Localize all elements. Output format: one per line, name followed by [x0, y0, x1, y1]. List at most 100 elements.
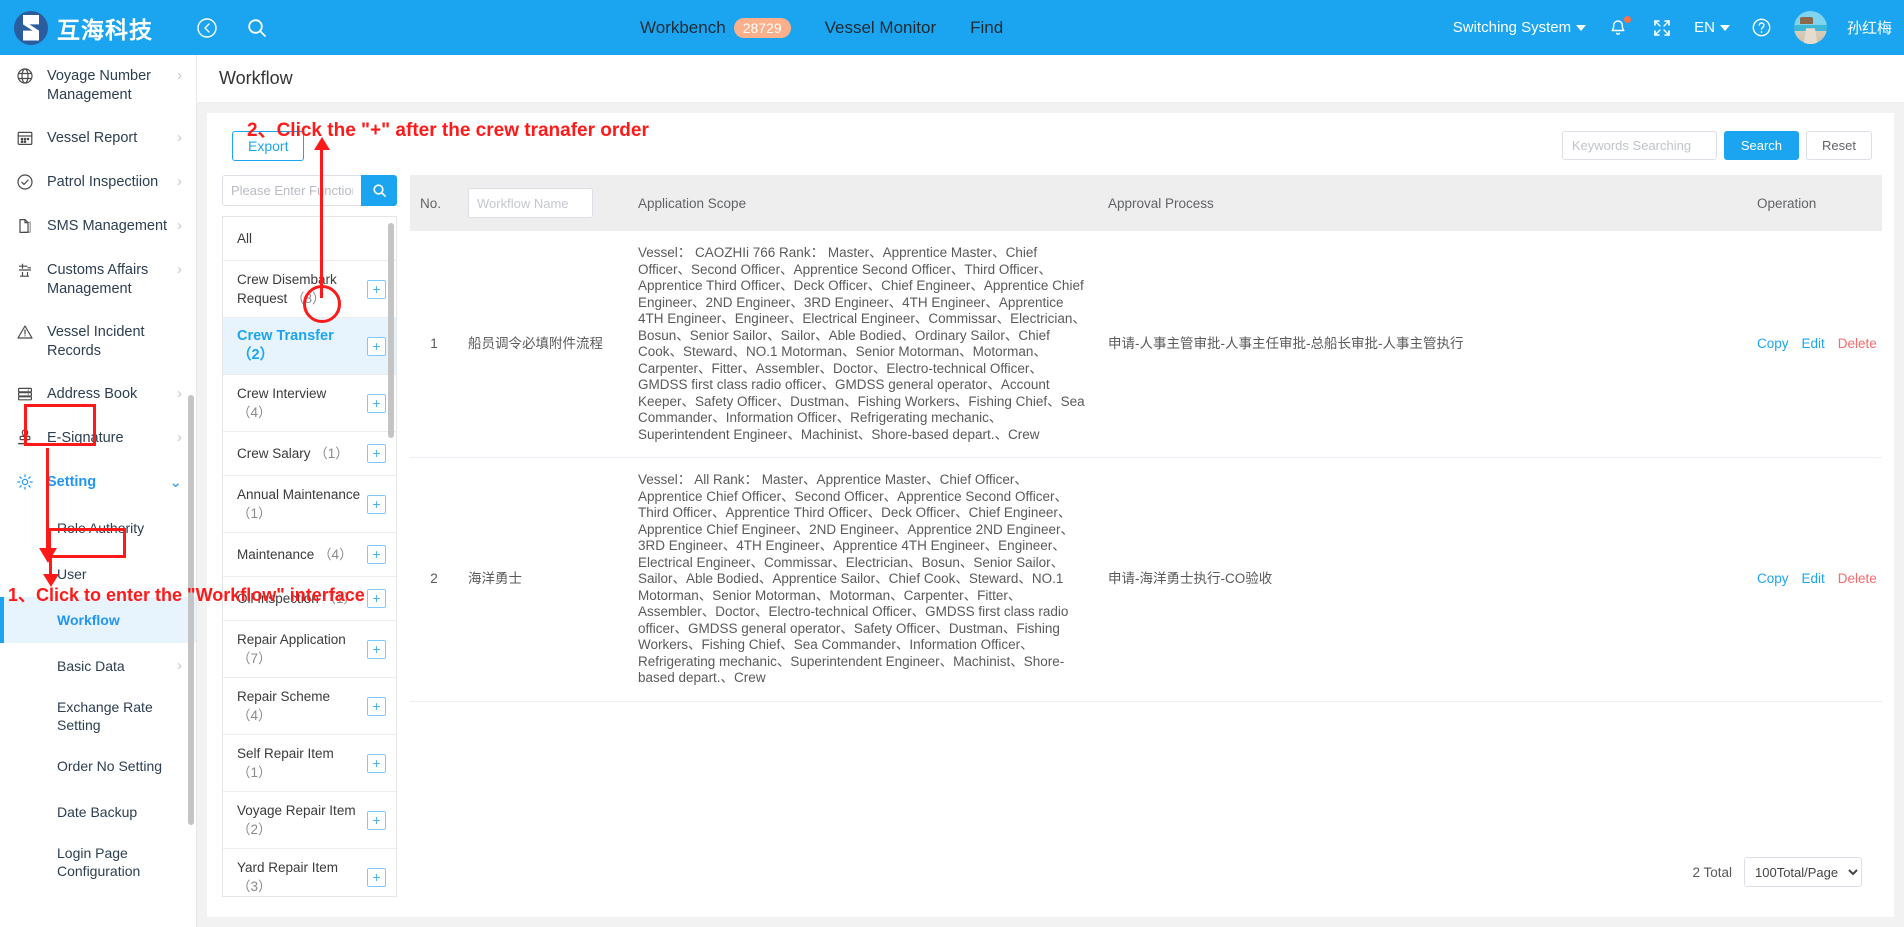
sidebar-label-user: User: [57, 566, 87, 582]
header-right-tools: Switching System EN 孙红梅: [1453, 0, 1892, 55]
function-item-label: Voyage Repair Item （2）: [237, 803, 356, 837]
customs-icon: [15, 260, 35, 280]
copy-link[interactable]: Copy: [1757, 336, 1789, 353]
function-item-crew-interview[interactable]: Crew Interview （4） +: [223, 375, 396, 432]
function-item-maintenance[interactable]: Maintenance （4） +: [223, 533, 396, 577]
function-item-label: Maintenance （4）: [237, 547, 353, 562]
help-icon[interactable]: [1750, 16, 1774, 40]
function-search-button[interactable]: [361, 175, 397, 206]
function-item-yard-repair-item[interactable]: Yard Repair Item （3） +: [223, 849, 396, 896]
chevron-right-icon: ›: [177, 657, 182, 674]
function-item-label: Yard Repair Item （3）: [237, 860, 339, 894]
app-header: 互海科技 Workbench 28729 Vessel Monitor Find: [0, 0, 1904, 55]
add-workflow-plus-icon[interactable]: +: [367, 279, 386, 299]
sidebar-item-patrol-inspection[interactable]: Patrol Inspectiion ›: [0, 161, 196, 205]
function-item-label: Repair Scheme （4）: [237, 689, 331, 723]
cell-workflow-name: 海洋勇士: [458, 457, 628, 702]
sidebar-item-login-page-configuration[interactable]: Login Page Configuration: [0, 835, 196, 889]
user-name[interactable]: 孙红梅: [1847, 17, 1892, 38]
add-workflow-plus-icon[interactable]: +: [367, 393, 386, 413]
function-item-label: All: [237, 231, 253, 246]
sidebar-item-exchange-rate-setting[interactable]: Exchange Rate Setting: [0, 689, 196, 743]
language-dropdown[interactable]: EN: [1694, 19, 1730, 36]
add-workflow-plus-icon[interactable]: +: [367, 494, 386, 514]
function-item-count: （4）: [237, 405, 272, 420]
workflow-name-filter-input[interactable]: [468, 188, 593, 218]
function-search-input[interactable]: [222, 175, 361, 206]
sidebar-item-order-no-setting[interactable]: Order No Setting: [0, 743, 196, 789]
notification-bell-icon[interactable]: [1606, 15, 1632, 40]
company-logo-icon: [14, 10, 48, 45]
function-item-count: （3）: [237, 879, 272, 894]
add-workflow-plus-icon[interactable]: +: [367, 696, 386, 716]
add-workflow-plus-icon[interactable]: +: [367, 753, 386, 773]
reset-button[interactable]: Reset: [1806, 131, 1872, 160]
function-item-oil-inspection[interactable]: Oil Inspection （1） +: [223, 577, 396, 621]
nav-find[interactable]: Find: [970, 18, 1003, 38]
delete-link[interactable]: Delete: [1838, 571, 1877, 588]
page-size-select[interactable]: 100Total/Page: [1744, 857, 1862, 887]
table-row[interactable]: 2 海洋勇士 Vessel： All Rank： Master、Apprenti…: [410, 457, 1882, 702]
function-panel: All Crew Disembark Request （8） + Crew Tr…: [222, 175, 397, 897]
cell-operation: Copy Edit Delete: [1747, 231, 1882, 458]
fullscreen-icon[interactable]: [1650, 16, 1674, 40]
add-workflow-plus-icon[interactable]: +: [367, 639, 386, 659]
sidebar-item-sms-management[interactable]: SMS Management ›: [0, 205, 196, 249]
sidebar-item-vessel-incident-records[interactable]: Vessel Incident Records: [0, 311, 196, 373]
sidebar-scrollbar[interactable]: [188, 395, 194, 825]
add-workflow-plus-icon[interactable]: +: [367, 444, 386, 463]
sidebar-item-workflow[interactable]: Workflow: [0, 597, 196, 643]
function-item-self-repair-item[interactable]: Self Repair Item （1） +: [223, 735, 396, 792]
copy-link[interactable]: Copy: [1757, 571, 1789, 588]
nav-workbench-label: Workbench: [640, 17, 726, 37]
function-item-repair-scheme[interactable]: Repair Scheme （4） +: [223, 678, 396, 735]
function-item-count: （1）: [237, 765, 272, 780]
search-icon[interactable]: [245, 16, 269, 40]
function-item-annual-maintenance[interactable]: Annual Maintenance （1） +: [223, 476, 396, 533]
sidebar-item-setting[interactable]: Setting ⌄: [0, 461, 196, 505]
edit-link[interactable]: Edit: [1802, 336, 1825, 353]
sidebar-item-date-backup[interactable]: Date Backup: [0, 789, 196, 835]
keywords-search-input[interactable]: [1561, 131, 1717, 160]
function-list-scrollbar[interactable]: [388, 223, 394, 438]
function-item-repair-application[interactable]: Repair Application （7） +: [223, 621, 396, 678]
gear-icon: [15, 472, 35, 492]
add-workflow-plus-icon[interactable]: +: [367, 867, 386, 887]
add-workflow-plus-icon[interactable]: +: [367, 336, 386, 356]
function-item-count: （4）: [237, 708, 272, 723]
function-item-label: Crew Transfer （2）: [237, 328, 334, 363]
function-item-voyage-repair-item[interactable]: Voyage Repair Item （2） +: [223, 792, 396, 849]
delete-link[interactable]: Delete: [1838, 336, 1877, 353]
function-item-crew-transfer[interactable]: Crew Transfer （2） +: [223, 318, 396, 375]
sidebar-label-customs-affairs-management: Customs Affairs Management: [47, 262, 149, 297]
sidebar-item-vessel-report[interactable]: Vessel Report ›: [0, 117, 196, 161]
th-workflow-name: [458, 175, 628, 231]
function-item-count: （4）: [318, 547, 353, 562]
function-item-crew-salary[interactable]: Crew Salary （1） +: [223, 432, 396, 476]
warning-triangle-icon: [15, 322, 35, 342]
th-approval-process: Approval Process: [1098, 175, 1747, 231]
edit-link[interactable]: Edit: [1802, 571, 1825, 588]
export-button[interactable]: Export: [232, 131, 305, 161]
add-workflow-plus-icon[interactable]: +: [367, 810, 386, 830]
sidebar-item-basic-data[interactable]: Basic Data ›: [0, 643, 196, 689]
function-item-all[interactable]: All: [223, 217, 396, 261]
search-button[interactable]: Search: [1723, 131, 1800, 160]
main-content: Workflow Export Search Reset: [197, 55, 1904, 927]
add-workflow-plus-icon[interactable]: +: [367, 589, 386, 608]
function-item-count: （2）: [237, 822, 272, 837]
nav-vessel-monitor[interactable]: Vessel Monitor: [825, 18, 937, 38]
sidebar-label-exchange-rate-setting: Exchange Rate Setting: [57, 699, 153, 733]
sidebar-label-workflow: Workflow: [57, 612, 120, 628]
back-arrow-icon[interactable]: [195, 16, 219, 40]
sidebar-item-customs-affairs-management[interactable]: Customs Affairs Management ›: [0, 249, 196, 311]
sidebar-item-voyage-number-management[interactable]: Voyage Number Management ›: [0, 55, 196, 117]
nav-workbench[interactable]: Workbench 28729: [640, 17, 791, 38]
table-body: 1 船员调令必填附件流程 Vessel： CAOZHIi 766 Rank： M…: [410, 231, 1882, 702]
brand-logo[interactable]: 互海科技: [14, 10, 153, 45]
table-row[interactable]: 1 船员调令必填附件流程 Vessel： CAOZHIi 766 Rank： M…: [410, 231, 1882, 458]
switching-system-dropdown[interactable]: Switching System: [1453, 19, 1587, 36]
workflow-table: No. Application Scope Approval Process O…: [410, 175, 1882, 702]
add-workflow-plus-icon[interactable]: +: [367, 545, 386, 564]
avatar[interactable]: [1793, 11, 1827, 44]
